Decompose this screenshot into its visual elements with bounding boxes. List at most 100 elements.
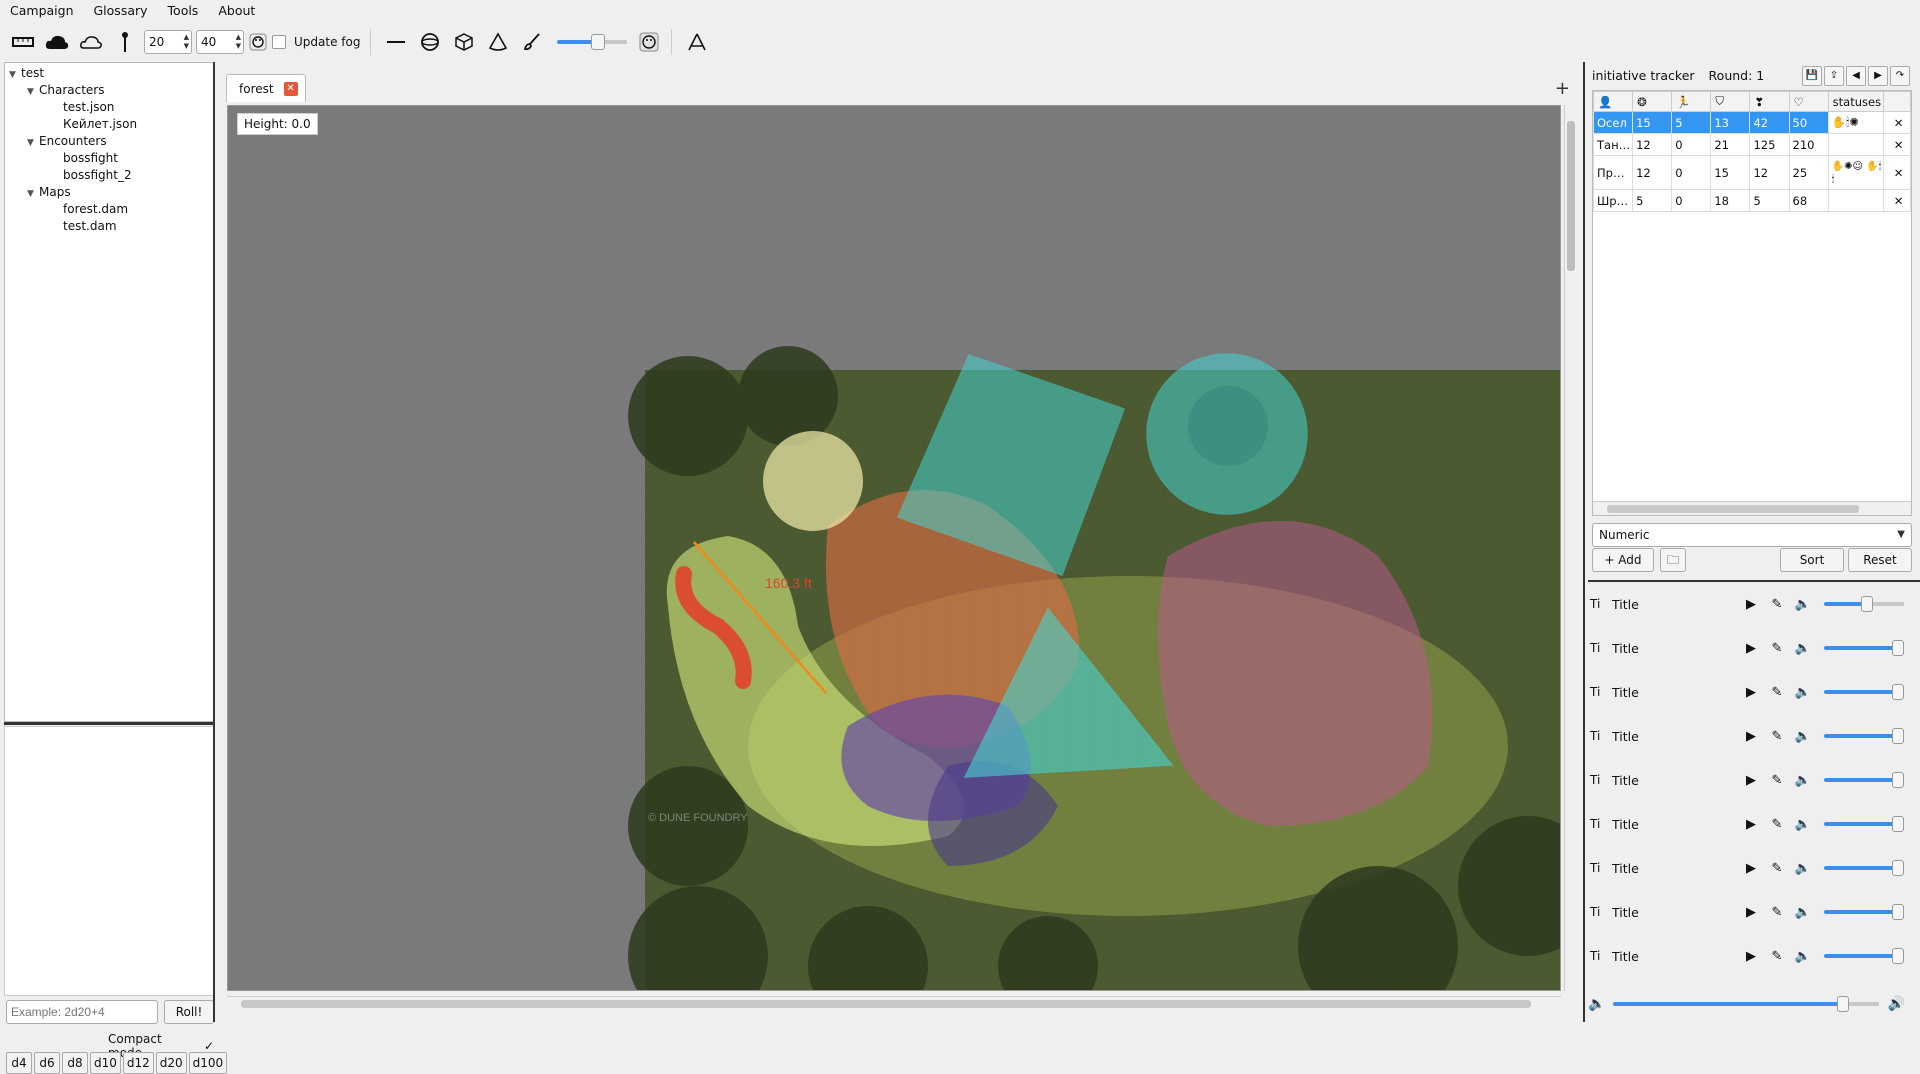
brush-icon[interactable] <box>517 27 547 57</box>
volume-slider[interactable] <box>1824 640 1904 656</box>
dice-d4-button[interactable]: d4 <box>6 1052 32 1074</box>
tree-item[interactable]: forest.dam <box>5 201 213 218</box>
tree-item[interactable]: test.dam <box>5 218 213 235</box>
cell-name[interactable]: Шр… <box>1592 189 1634 212</box>
cell[interactable]: 21 <box>1710 133 1751 156</box>
play-icon[interactable]: ▶ <box>1738 641 1764 656</box>
add-button[interactable]: + Add <box>1592 548 1654 572</box>
edit-icon[interactable]: ✎ <box>1764 949 1790 964</box>
volume-handle[interactable] <box>1892 904 1904 920</box>
volume-icon[interactable]: 🔈 <box>1790 905 1816 920</box>
edit-icon[interactable]: ✎ <box>1764 773 1790 788</box>
reset-button[interactable]: Reset <box>1848 548 1912 572</box>
cell-name[interactable]: Осел <box>1592 111 1634 134</box>
cell-name[interactable]: Пр… <box>1592 155 1634 190</box>
cell[interactable]: 5 <box>1632 189 1673 212</box>
cell[interactable]: 18 <box>1710 189 1751 212</box>
volume-slider[interactable] <box>1824 596 1904 612</box>
dice-d8-button[interactable]: d8 <box>62 1052 88 1074</box>
edit-icon[interactable]: ✎ <box>1764 641 1790 656</box>
play-icon[interactable]: ▶ <box>1738 685 1764 700</box>
export-icon[interactable]: ⇪ <box>1824 66 1844 86</box>
cell[interactable]: 13 <box>1710 111 1751 134</box>
volume-handle[interactable] <box>1892 684 1904 700</box>
master-volume-slider[interactable] <box>1613 996 1880 1012</box>
table-row[interactable]: Осел 15 5 13 42 50 ✋🕯✺ ✕ <box>1592 111 1911 134</box>
master-volume-handle[interactable] <box>1836 996 1849 1012</box>
cell-statuses[interactable] <box>1827 133 1885 156</box>
edit-icon[interactable]: ✎ <box>1764 817 1790 832</box>
cell[interactable]: 15 <box>1632 111 1673 134</box>
play-icon[interactable]: ▶ <box>1738 597 1764 612</box>
cell[interactable]: 0 <box>1671 189 1712 212</box>
delete-row-icon[interactable]: ✕ <box>1883 189 1911 212</box>
cell[interactable]: 5 <box>1749 189 1790 212</box>
table-row[interactable]: Пр… 12 0 15 12 25 ✋✺☺ ✋🕯🕯 ✕ <box>1592 155 1911 190</box>
volume-handle[interactable] <box>1892 640 1904 656</box>
line-icon[interactable] <box>381 27 411 57</box>
cell-statuses[interactable] <box>1827 189 1885 212</box>
play-icon[interactable]: ▶ <box>1738 905 1764 920</box>
tree-item[interactable]: test.json <box>5 99 213 116</box>
palette-icon[interactable] <box>637 27 661 57</box>
cell[interactable]: 50 <box>1788 111 1829 134</box>
volume-handle[interactable] <box>1892 772 1904 788</box>
compact-mode-checkbox[interactable]: ✓ <box>204 1039 214 1053</box>
volume-slider[interactable] <box>1824 772 1904 788</box>
menu-glossary[interactable]: Glossary <box>84 3 158 18</box>
width-spinbox[interactable]: 20 ▲ ▼ <box>144 30 192 54</box>
menu-about[interactable]: About <box>208 3 265 18</box>
cell[interactable]: 0 <box>1671 133 1712 156</box>
cloud-filled-icon[interactable] <box>42 27 72 57</box>
sphere-icon[interactable] <box>415 27 445 57</box>
menu-tools[interactable]: Tools <box>158 3 209 18</box>
tree-folder-maps[interactable]: ▼ Maps <box>5 184 213 201</box>
edit-icon[interactable]: ✎ <box>1764 685 1790 700</box>
play-icon[interactable]: ▶ <box>1738 949 1764 964</box>
dice-d6-button[interactable]: d6 <box>34 1052 60 1074</box>
volume-handle[interactable] <box>1892 948 1904 964</box>
volume-slider[interactable] <box>1824 860 1904 876</box>
delete-row-icon[interactable]: ✕ <box>1883 155 1911 190</box>
cell[interactable]: 12 <box>1632 133 1673 156</box>
play-icon[interactable]: ▶ <box>1738 773 1764 788</box>
delete-row-icon[interactable]: ✕ <box>1883 133 1911 156</box>
cell[interactable]: 12 <box>1749 155 1790 190</box>
volume-icon[interactable]: 🔈 <box>1790 773 1816 788</box>
dice-d20-button[interactable]: d20 <box>155 1052 187 1074</box>
cell[interactable]: 68 <box>1788 189 1829 212</box>
height-spinbox[interactable]: 40 ▲ ▼ <box>196 30 244 54</box>
folder-icon[interactable]: 🗀 <box>1660 548 1686 572</box>
volume-handle[interactable] <box>1892 816 1904 832</box>
dice-d100-button[interactable]: d100 <box>188 1052 228 1074</box>
volume-handle[interactable] <box>1892 860 1904 876</box>
dice-d12-button[interactable]: d12 <box>122 1052 154 1074</box>
edit-icon[interactable]: ✎ <box>1764 905 1790 920</box>
pin-icon[interactable] <box>110 27 140 57</box>
brush-size-handle[interactable] <box>591 34 606 50</box>
tree-folder-characters[interactable]: ▼ Characters <box>5 82 213 99</box>
cloud-outline-icon[interactable] <box>76 27 106 57</box>
volume-icon[interactable]: 🔈 <box>1790 817 1816 832</box>
map-vertical-scrollbar[interactable] <box>1564 105 1576 991</box>
delete-row-icon[interactable]: ✕ <box>1883 111 1911 134</box>
volume-icon[interactable]: 🔈 <box>1790 685 1816 700</box>
play-icon[interactable]: ▶ <box>1738 729 1764 744</box>
cone-icon[interactable] <box>483 27 513 57</box>
cell-statuses[interactable]: ✋✺☺ ✋🕯🕯 <box>1827 155 1885 190</box>
cube-icon[interactable] <box>449 27 479 57</box>
cell-statuses[interactable]: ✋🕯✺ <box>1827 111 1885 134</box>
tree-item[interactable]: Кейлет.json <box>5 116 213 133</box>
cell[interactable]: 42 <box>1749 111 1790 134</box>
volume-icon[interactable]: 🔈 <box>1790 729 1816 744</box>
tree-folder-encounters[interactable]: ▼ Encounters <box>5 133 213 150</box>
map-horizontal-scrollbar[interactable] <box>227 996 1561 1010</box>
save-icon[interactable]: 💾 <box>1802 66 1822 86</box>
cell[interactable]: 125 <box>1749 133 1790 156</box>
share-icon[interactable]: ↷ <box>1890 66 1910 86</box>
prev-turn-icon[interactable]: ◀ <box>1846 66 1866 86</box>
dice-d10-button[interactable]: d10 <box>90 1052 121 1074</box>
cell[interactable]: 12 <box>1632 155 1673 190</box>
volume-slider[interactable] <box>1824 904 1904 920</box>
panel-splitter[interactable] <box>4 722 214 725</box>
